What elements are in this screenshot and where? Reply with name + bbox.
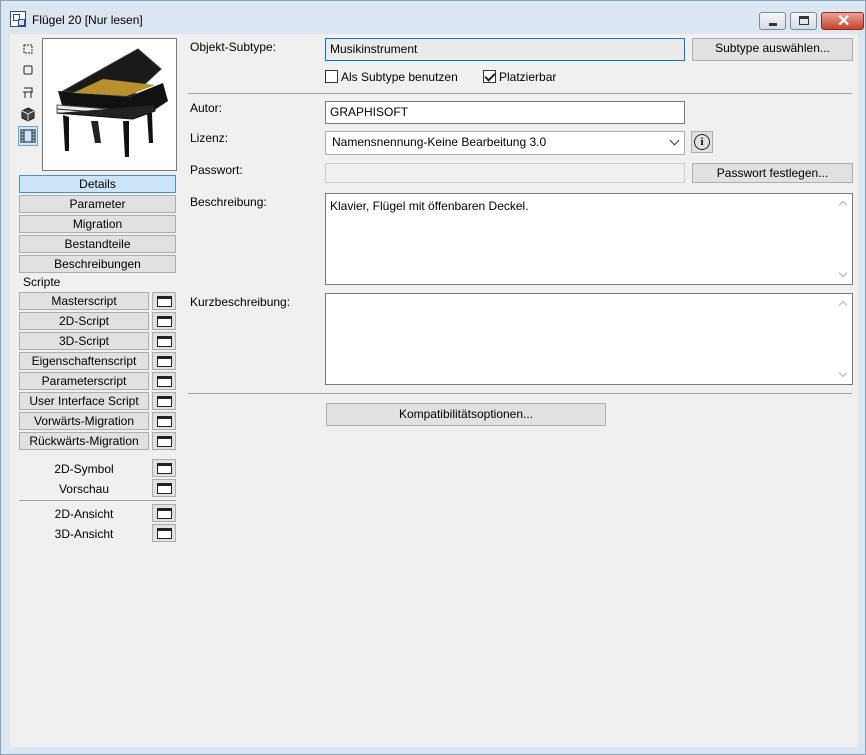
minimize-button[interactable] xyxy=(759,12,786,30)
short-description-label: Kurzbeschreibung: xyxy=(190,295,291,309)
nav-descriptions-button[interactable]: Beschreibungen xyxy=(19,255,176,273)
set-password-button[interactable]: Passwort festlegen... xyxy=(692,163,853,183)
description-text: Klavier, Flügel mit öffenbaren Deckel. xyxy=(330,199,529,213)
details-divider-2 xyxy=(188,393,852,394)
author-label: Autor: xyxy=(190,101,223,115)
script-parameter-window-icon[interactable] xyxy=(152,372,176,390)
short-description-textarea[interactable] xyxy=(325,293,853,385)
license-label: Lizenz: xyxy=(190,131,229,145)
maximize-icon xyxy=(799,16,809,25)
script-forward-migration-button[interactable]: Vorwärts-Migration xyxy=(19,412,149,430)
script-ui-button[interactable]: User Interface Script xyxy=(19,392,149,410)
close-icon: ✕ xyxy=(837,13,851,30)
table-icon[interactable] xyxy=(18,82,38,102)
scripts-section-label: Scripte xyxy=(23,275,61,289)
use-as-subtype-checkbox[interactable] xyxy=(325,70,338,83)
script-master-button[interactable]: Masterscript xyxy=(19,292,149,310)
script-backward-migration-button[interactable]: Rückwärts-Migration xyxy=(19,432,149,450)
script-3d-window-icon[interactable] xyxy=(152,332,176,350)
view-preview-label: Vorschau xyxy=(58,482,110,496)
script-backward-migration-window-icon[interactable] xyxy=(152,432,176,450)
3d-cube-icon[interactable] xyxy=(18,104,38,124)
view-preview-window-icon[interactable] xyxy=(152,479,176,497)
info-icon: i xyxy=(694,134,710,150)
script-ui-window-icon[interactable] xyxy=(152,392,176,410)
password-label: Passwort: xyxy=(190,163,243,177)
view-2d-window-icon[interactable] xyxy=(152,504,176,522)
short-description-scrollbar[interactable] xyxy=(835,295,851,383)
dialog-body: Details Parameter Migration Bestandteile… xyxy=(10,34,858,747)
author-field[interactable]: GRAPHISOFT xyxy=(325,101,685,124)
view-2d-symbol-label: 2D-Symbol xyxy=(54,462,114,476)
license-info-button[interactable]: i xyxy=(691,131,713,153)
nav-parameter-button[interactable]: Parameter xyxy=(19,195,176,213)
script-forward-migration-window-icon[interactable] xyxy=(152,412,176,430)
subtype-field[interactable]: Musikinstrument xyxy=(325,38,685,61)
description-label: Beschreibung: xyxy=(190,195,267,209)
view-2d-symbol-window-icon[interactable] xyxy=(152,459,176,477)
details-divider-1 xyxy=(188,93,852,94)
placeable-label: Platzierbar xyxy=(499,70,557,84)
use-as-subtype-label: Als Subtype benutzen xyxy=(341,70,458,84)
2d-symbol-icon[interactable] xyxy=(18,38,38,58)
view-3d-window-icon[interactable] xyxy=(152,524,176,542)
view-2d-label: 2D-Ansicht xyxy=(54,507,114,521)
subtype-label: Objekt-Subtype: xyxy=(190,40,277,54)
placeable-checkbox[interactable] xyxy=(483,70,496,83)
close-button[interactable]: ✕ xyxy=(821,12,864,30)
object-editor-window: Flügel 20 [Nur lesen] ✕ Details Paramete… xyxy=(0,0,866,755)
description-scrollbar[interactable] xyxy=(835,195,851,283)
maximize-button[interactable] xyxy=(790,12,817,30)
password-field[interactable] xyxy=(325,163,685,183)
script-2d-button[interactable]: 2D-Script xyxy=(19,312,149,330)
title-bar[interactable]: Flügel 20 [Nur lesen] ✕ xyxy=(2,2,864,32)
description-textarea[interactable]: Klavier, Flügel mit öffenbaren Deckel. xyxy=(325,193,853,285)
script-master-window-icon[interactable] xyxy=(152,292,176,310)
script-parameter-button[interactable]: Parameterscript xyxy=(19,372,149,390)
nav-divider xyxy=(19,500,176,501)
2d-view-icon[interactable] xyxy=(18,60,38,80)
object-preview-image xyxy=(42,38,177,171)
compatibility-options-button[interactable]: Kompatibilitätsoptionen... xyxy=(326,403,606,426)
film-strip-icon[interactable] xyxy=(18,126,38,146)
select-subtype-button[interactable]: Subtype auswählen... xyxy=(692,38,853,61)
chevron-down-icon xyxy=(669,135,680,146)
script-properties-window-icon[interactable] xyxy=(152,352,176,370)
nav-details-button[interactable]: Details xyxy=(19,175,176,193)
nav-components-button[interactable]: Bestandteile xyxy=(19,235,176,253)
script-properties-button[interactable]: Eigenschaftenscript xyxy=(19,352,149,370)
view-3d-label: 3D-Ansicht xyxy=(54,527,114,541)
license-value: Namensnennung-Keine Bearbeitung 3.0 xyxy=(332,135,547,149)
minimize-icon xyxy=(769,23,777,26)
script-3d-button[interactable]: 3D-Script xyxy=(19,332,149,350)
app-window-icon xyxy=(10,11,26,27)
license-dropdown[interactable]: Namensnennung-Keine Bearbeitung 3.0 xyxy=(325,131,685,155)
window-title: Flügel 20 [Nur lesen] xyxy=(32,13,143,27)
script-2d-window-icon[interactable] xyxy=(152,312,176,330)
nav-migration-button[interactable]: Migration xyxy=(19,215,176,233)
